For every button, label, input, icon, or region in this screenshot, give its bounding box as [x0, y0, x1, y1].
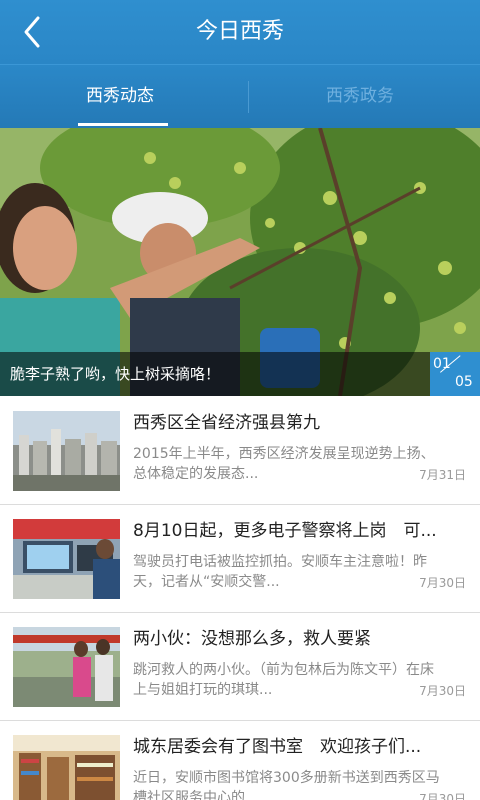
tab-xixiu-news[interactable]: 西秀动态 [0, 65, 240, 129]
tab-xixiu-government[interactable]: 西秀政务 [240, 65, 480, 129]
news-summary: 跳河救人的两小伙。（前为包林后为陈文平）在床上与姐姐打玩的琪琪... [133, 662, 434, 698]
news-item[interactable]: 8月10日起，更多电子警察将上岗 可... 驾驶员打电话被监控抓拍。安顺车主注意… [0, 505, 480, 613]
news-date: 7月31日 [419, 468, 466, 482]
news-item[interactable]: 两小伙：没想那么多，救人要紧 跳河救人的两小伙。（前为包林后为陈文平）在床上与姐… [0, 613, 480, 721]
news-item[interactable]: 城东居委会有了图书室 欢迎孩子们... 近日，安顺市图书馆将300多册新书送到西… [0, 721, 480, 800]
news-date: 7月30日 [419, 576, 466, 590]
news-item[interactable]: 西秀区全省经济强县第九 2015年上半年，西秀区经济发展呈现逆势上扬、总体稳定的… [0, 397, 480, 505]
news-thumbnail [13, 411, 120, 491]
banner-carousel[interactable]: 脆李子熟了哟，快上树采摘咯！ 01 05 [0, 128, 480, 396]
page-title: 今日西秀 [195, 19, 284, 44]
news-thumbnail [13, 735, 120, 800]
banner-caption: 脆李子熟了哟，快上树采摘咯！ [10, 365, 221, 383]
news-title: 两小伙：没想那么多，救人要紧 [133, 629, 371, 649]
tab-bar: 西秀动态 西秀政务 [0, 64, 480, 128]
news-summary: 近日，安顺市图书馆将300多册新书送到西秀区马槽社区服务中心的... [133, 770, 440, 800]
news-date: 7月30日 [419, 792, 466, 800]
news-date: 7月30日 [419, 684, 466, 698]
news-summary: 2015年上半年，西秀区经济发展呈现逆势上扬、总体稳定的发展态... [133, 446, 435, 482]
news-summary: 驾驶员打电话被监控抓拍。安顺车主注意啦！昨天，记者从“安顺交警... [133, 554, 427, 590]
news-title: 8月10日起，更多电子警察将上岗 可... [133, 521, 437, 541]
pager-total: 05 [455, 374, 473, 390]
news-thumbnail [13, 519, 120, 599]
banner-caption-bar: 脆李子熟了哟，快上树采摘咯！ [0, 352, 430, 396]
active-tab-indicator [78, 123, 168, 126]
news-title: 西秀区全省经济强县第九 [133, 413, 320, 433]
app-screen: 今日西秀 西秀动态 西秀政务 脆李子熟了哟，快上树采摘咯！ 01 05 西秀区全… [0, 0, 480, 800]
news-thumbnail [13, 627, 120, 707]
header-bar: 今日西秀 [0, 0, 480, 64]
banner-pager: 01 05 [430, 352, 480, 396]
news-title: 城东居委会有了图书室 欢迎孩子们... [133, 737, 422, 757]
